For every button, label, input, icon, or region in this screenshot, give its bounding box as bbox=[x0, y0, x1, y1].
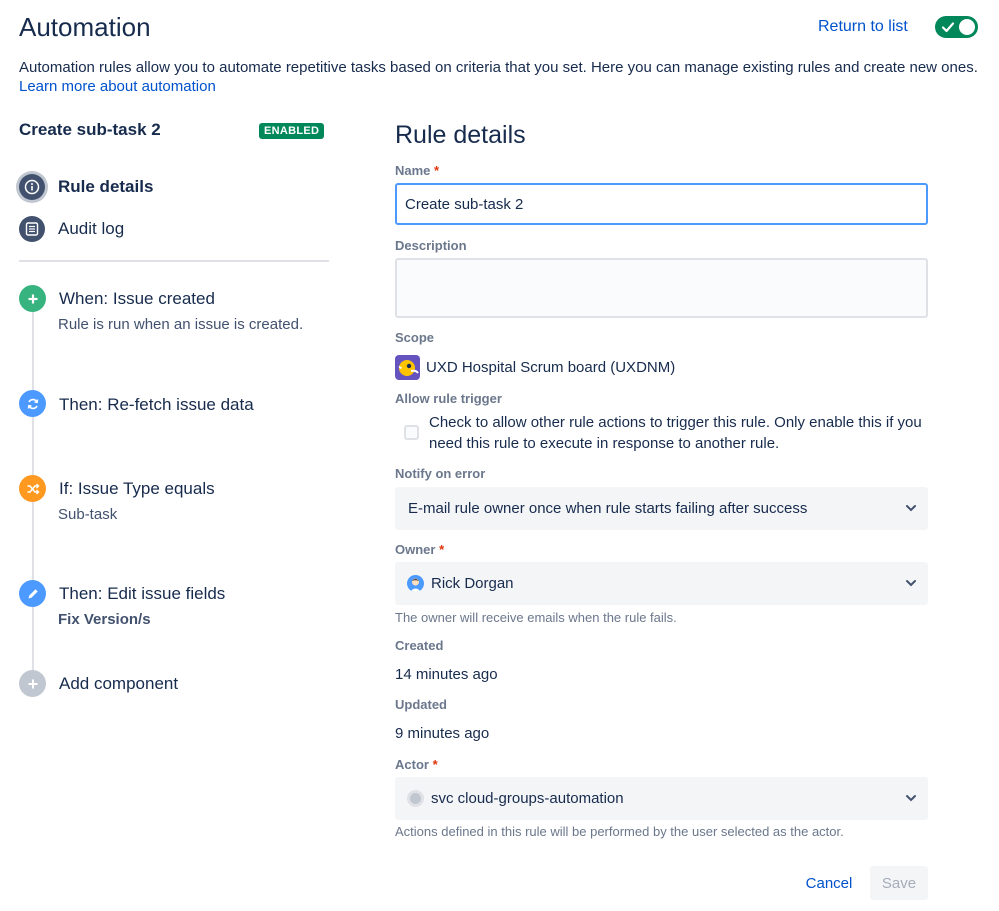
owner-help-text: The owner will receive emails when the r… bbox=[395, 610, 677, 625]
scope-label: Scope bbox=[395, 330, 435, 345]
description-field[interactable] bbox=[395, 258, 928, 318]
notify-on-error-select[interactable]: E-mail rule owner once when rule starts … bbox=[395, 487, 928, 530]
rule-enabled-toggle[interactable] bbox=[935, 16, 978, 38]
notify-label: Notify on error bbox=[395, 466, 486, 481]
add-icon[interactable] bbox=[19, 670, 46, 697]
nav-item-label: Rule details bbox=[58, 177, 154, 196]
allow-trigger-description: Check to allow other rule actions to tri… bbox=[429, 414, 922, 452]
chevron-down-icon bbox=[906, 505, 916, 512]
condition-step-subtitle: Sub-task bbox=[58, 506, 118, 523]
avatar bbox=[407, 575, 424, 592]
created-label: Created bbox=[395, 638, 444, 653]
pencil-icon bbox=[19, 580, 46, 607]
learn-more-link[interactable]: Learn more about automation bbox=[19, 78, 216, 95]
shuffle-icon bbox=[19, 475, 46, 502]
allow-trigger-label: Allow rule trigger bbox=[395, 391, 502, 406]
actor-help-text: Actions defined in this rule will be per… bbox=[395, 824, 844, 839]
refetch-step-title[interactable]: Then: Re-fetch issue data bbox=[59, 395, 254, 415]
scope-text: UXD Hospital Scrum board (UXDNM) bbox=[426, 358, 676, 376]
name-label: Name * bbox=[395, 163, 440, 178]
chevron-down-icon bbox=[906, 795, 916, 802]
section-title: Rule details bbox=[395, 121, 526, 149]
trigger-step-subtitle: Rule is run when an issue is created. bbox=[58, 316, 304, 333]
edit-step-subtitle: Fix Version/s bbox=[58, 611, 151, 628]
return-to-list-link[interactable]: Return to list bbox=[818, 18, 908, 36]
updated-label: Updated bbox=[395, 697, 447, 712]
check-icon bbox=[941, 22, 955, 33]
divider bbox=[19, 260, 329, 262]
updated-value: 9 minutes ago bbox=[395, 725, 490, 742]
created-value: 14 minutes ago bbox=[395, 666, 498, 683]
required-mark: * bbox=[432, 757, 438, 772]
project-icon bbox=[395, 354, 420, 380]
rule-name-heading: Create sub-task 2 bbox=[19, 120, 161, 139]
cancel-button[interactable]: Cancel bbox=[794, 866, 864, 900]
owner-label: Owner * bbox=[395, 542, 445, 557]
status-badge: ENABLED bbox=[259, 123, 325, 139]
name-field[interactable] bbox=[395, 183, 928, 225]
list-icon bbox=[19, 216, 45, 242]
edit-step-title[interactable]: Then: Edit issue fields bbox=[59, 584, 225, 604]
chevron-down-icon bbox=[906, 580, 916, 587]
trigger-step-title[interactable]: When: Issue created bbox=[59, 289, 215, 309]
scope-value: UXD Hospital Scrum board (UXDNM) bbox=[395, 354, 675, 380]
page-title: Automation bbox=[19, 12, 151, 42]
actor-select[interactable]: svc cloud-groups-automation bbox=[395, 777, 928, 820]
allow-trigger-checkbox[interactable] bbox=[404, 425, 419, 440]
save-button[interactable]: Save bbox=[870, 866, 928, 900]
actor-selected-value: svc cloud-groups-automation bbox=[431, 790, 624, 807]
info-icon bbox=[19, 174, 45, 200]
condition-step-title[interactable]: If: Issue Type equals bbox=[59, 479, 215, 499]
required-mark: * bbox=[434, 163, 440, 178]
nav-item-label: Audit log bbox=[58, 219, 125, 238]
owner-select[interactable]: Rick Dorgan bbox=[395, 562, 928, 605]
refresh-icon bbox=[19, 390, 46, 417]
toggle-knob bbox=[959, 19, 975, 35]
plus-icon bbox=[19, 285, 46, 312]
notify-selected-value: E-mail rule owner once when rule starts … bbox=[408, 500, 808, 517]
intro-text: Automation rules allow you to automate r… bbox=[19, 59, 978, 76]
required-mark: * bbox=[439, 542, 445, 557]
description-label: Description bbox=[395, 238, 467, 253]
actor-label: Actor * bbox=[395, 757, 438, 772]
nav-item-audit-log[interactable]: Audit log bbox=[19, 216, 124, 242]
nav-item-rule-details[interactable]: Rule details bbox=[19, 174, 153, 200]
avatar bbox=[407, 790, 424, 807]
owner-selected-value: Rick Dorgan bbox=[431, 575, 514, 592]
add-component-button[interactable]: Add component bbox=[59, 674, 178, 694]
